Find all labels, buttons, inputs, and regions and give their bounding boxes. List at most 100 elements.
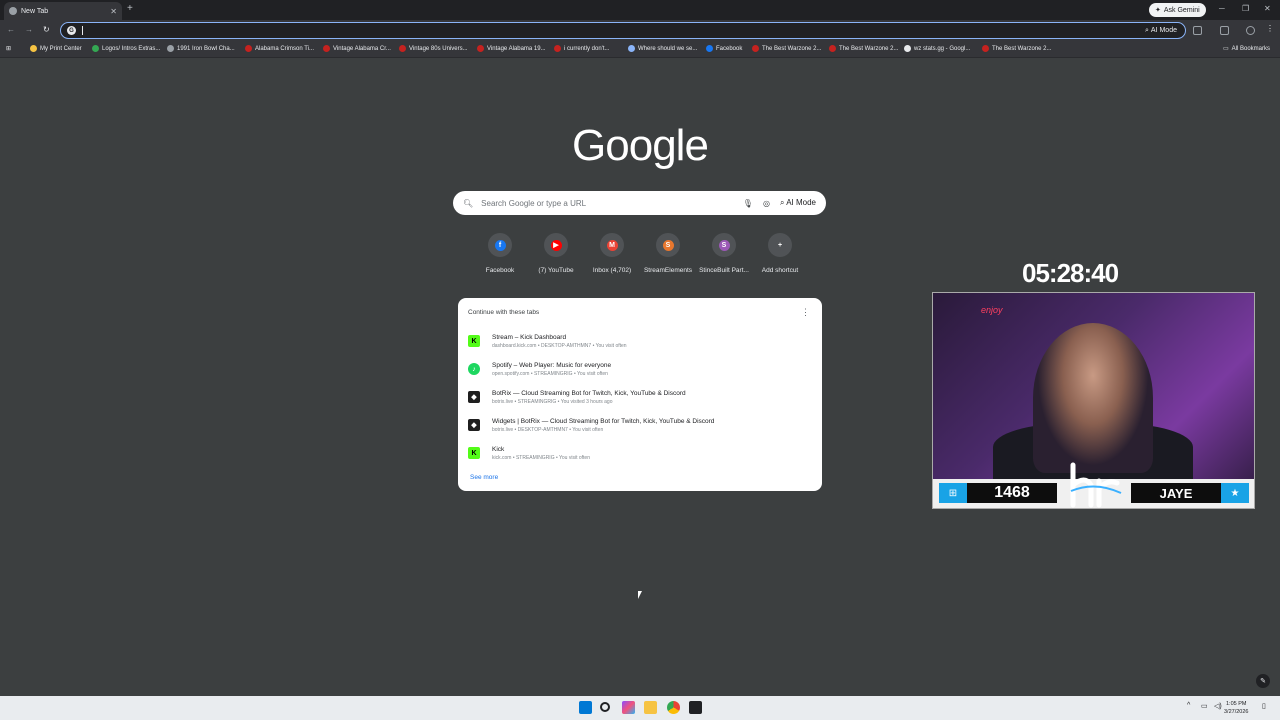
bookmark-favicon-icon xyxy=(752,45,759,52)
continue-tab-row[interactable]: ◆ Widgets | BotRix — Cloud Streaming Bot … xyxy=(468,413,808,437)
bookmark-favicon-icon xyxy=(554,45,561,52)
mouse-cursor-icon xyxy=(638,591,642,599)
notification-icon[interactable]: ▯ xyxy=(1262,702,1266,710)
webcam-overlay: enjoy ⊞ 1468 JAYE ★ xyxy=(932,292,1255,509)
card-heading: Continue with these tabs xyxy=(468,309,540,316)
bookmark-item[interactable]: Where should we se... xyxy=(628,45,697,52)
continue-tab-row[interactable]: K Kick kick.com • STREAMINGRIG • You visit… xyxy=(468,441,808,465)
continue-tab-row[interactable]: ♪ Spotify – Web Player: Music for everyon… xyxy=(468,357,808,381)
tab-strip: New Tab ✕ + ✦ Ask Gemini ─ ❐ ✕ xyxy=(0,0,1280,20)
bookmark-favicon-icon xyxy=(706,45,713,52)
chrome-taskbar-icon[interactable] xyxy=(667,701,680,714)
ai-mode-button[interactable]: ⌕ AI Mode xyxy=(780,198,816,208)
omnibox[interactable]: G ⌕ AI Mode xyxy=(60,22,1186,39)
site-favicon-icon: K xyxy=(468,447,480,459)
shortcut-favicon-icon: + xyxy=(774,239,786,251)
camera-lens-icon[interactable]: ◎ xyxy=(763,199,770,208)
shortcut-icon-circle: + xyxy=(768,233,792,257)
shortcut-favicon-icon: S xyxy=(718,239,730,251)
bookmark-item[interactable]: Logos/ Intros Extras... xyxy=(92,45,160,52)
side-panel-icon[interactable] xyxy=(1220,26,1229,35)
row-title: Kick xyxy=(492,445,505,453)
row-text: Spotify – Web Player: Music for everyone… xyxy=(492,362,611,377)
counter-panel: ⊞ 1468 xyxy=(939,483,1057,503)
omnibox-ai-mode-button[interactable]: ⌕ AI Mode xyxy=(1145,27,1177,35)
new-tab-button[interactable]: + xyxy=(127,3,133,14)
ask-gemini-button[interactable]: ✦ Ask Gemini xyxy=(1149,3,1206,17)
shortcut-tile[interactable]: S StreamElements xyxy=(640,233,696,274)
shortcut-label: StreamElements xyxy=(643,267,693,274)
tab-close-icon[interactable]: ✕ xyxy=(110,7,117,16)
bookmark-item[interactable]: wz stats.gg - Googl... xyxy=(904,45,970,52)
name-panel: JAYE ★ xyxy=(1131,483,1249,503)
bookmark-item[interactable]: Facebook xyxy=(706,45,742,52)
forward-icon[interactable]: → xyxy=(25,25,33,34)
row-title: Spotify – Web Player: Music for everyone xyxy=(492,361,612,369)
apps-grid-icon[interactable]: ⊞ xyxy=(6,45,11,52)
row-title: Widgets | BotRix — Cloud Streaming Bot f… xyxy=(492,417,715,425)
bookmark-item[interactable]: Vintage Alabama Cr... xyxy=(323,45,391,52)
bookmark-item[interactable]: Vintage Alabama 19... xyxy=(477,45,546,52)
restore-icon[interactable]: ❐ xyxy=(1242,4,1249,13)
clock-time: 1:05 PM xyxy=(1225,701,1247,707)
customize-pencil-icon[interactable]: ✎ xyxy=(1256,674,1270,688)
bookmark-label: Alabama Crimson Ti... xyxy=(255,45,315,52)
chrome-icon xyxy=(9,7,17,15)
bookmark-label: i currently don't... xyxy=(564,45,610,52)
counter-value: 1468 xyxy=(994,484,1030,501)
shortcut-tile[interactable]: ▶ (7) YouTube xyxy=(528,233,584,274)
search-placeholder[interactable]: Search Google or type a URL xyxy=(481,199,733,208)
bookmark-item[interactable]: The Best Warzone 2... xyxy=(752,45,821,52)
row-subtitle: botrix.live • DESKTOP-AMTHMN7 • You visi… xyxy=(492,426,604,433)
bookmark-label: wz stats.gg - Googl... xyxy=(914,45,971,52)
bookmark-item[interactable]: The Best Warzone 2... xyxy=(829,45,898,52)
shortcut-tile[interactable]: M Inbox (4,702) xyxy=(584,233,640,274)
reload-icon[interactable]: ↻ xyxy=(43,25,50,34)
close-window-icon[interactable]: ✕ xyxy=(1264,4,1271,13)
windows-start-icon[interactable] xyxy=(579,701,592,714)
bookmark-favicon-icon xyxy=(982,45,989,52)
microphone-icon[interactable]: 🎙︎ xyxy=(743,199,753,208)
continue-tab-row[interactable]: ◆ BotRix — Cloud Streaming Bot for Twitch… xyxy=(468,385,808,409)
profile-icon[interactable] xyxy=(1246,26,1255,35)
row-subtitle: dashboard.kick.com • DESKTOP-AMTHMN7 • Y… xyxy=(492,342,627,349)
bookmark-favicon-icon xyxy=(829,45,836,52)
menu-icon[interactable]: ⋮ xyxy=(1266,24,1274,33)
back-icon[interactable]: ← xyxy=(7,25,15,34)
bookmark-item[interactable]: i currently don't... xyxy=(554,45,610,52)
tab-new-tab[interactable]: New Tab ✕ xyxy=(4,2,122,20)
all-bookmarks-label: All Bookmarks xyxy=(1231,45,1271,52)
bookmark-label: Vintage 80s Univers... xyxy=(409,45,468,52)
bookmark-favicon-icon xyxy=(92,45,99,52)
see-more-link[interactable]: See more xyxy=(470,474,498,481)
bookmark-favicon-icon xyxy=(628,45,635,52)
shortcut-tile[interactable]: f Facebook xyxy=(472,233,528,274)
bookmark-item[interactable]: The Best Warzone 2... xyxy=(982,45,1051,52)
star-icon: ★ xyxy=(1221,483,1249,503)
network-icon[interactable]: ▭ xyxy=(1201,702,1208,710)
extensions-icon[interactable] xyxy=(1193,26,1202,35)
taskbar-clock[interactable]: 1:05 PM 3/27/2026 xyxy=(1224,700,1248,716)
all-bookmarks-button[interactable]: ▭ All Bookmarks xyxy=(1223,45,1271,53)
volume-icon[interactable]: ◁) xyxy=(1214,702,1222,710)
new-tab-page: Google 🔍︎ Search Google or type a URL 🎙︎… xyxy=(0,58,1280,696)
bookmark-item[interactable]: My Print Center xyxy=(30,45,82,52)
file-explorer-icon[interactable] xyxy=(644,701,657,714)
tray-chevron-icon[interactable]: ^ xyxy=(1187,702,1190,709)
streaming-app-icon[interactable] xyxy=(689,701,702,714)
shortcut-favicon-icon: S xyxy=(662,239,674,251)
row-title: BotRix — Cloud Streaming Bot for Twitch,… xyxy=(492,389,686,397)
minimize-icon[interactable]: ─ xyxy=(1219,4,1225,13)
continue-tab-row[interactable]: K Stream – Kick Dashboard dashboard.kick.c… xyxy=(468,329,808,353)
bookmark-item[interactable]: Alabama Crimson Ti... xyxy=(245,45,314,52)
bookmark-item[interactable]: 1991 Iron Bowl Cha... xyxy=(167,45,235,52)
shortcut-tile[interactable]: S StinceBuilt Part... xyxy=(696,233,752,274)
card-menu-icon[interactable]: ⋮ xyxy=(801,307,810,318)
shortcut-tile[interactable]: + Add shortcut xyxy=(752,233,808,274)
taskbar: ^ ▭ ◁) 1:05 PM 3/27/2026 ▯ xyxy=(0,696,1280,720)
row-title: Stream – Kick Dashboard xyxy=(492,333,567,341)
bookmark-item[interactable]: Vintage 80s Univers... xyxy=(399,45,468,52)
search-taskbar-icon[interactable] xyxy=(600,702,610,712)
search-box[interactable]: 🔍︎ Search Google or type a URL 🎙︎ ◎ ⌕ AI… xyxy=(453,191,826,215)
copilot-icon[interactable] xyxy=(622,701,635,714)
